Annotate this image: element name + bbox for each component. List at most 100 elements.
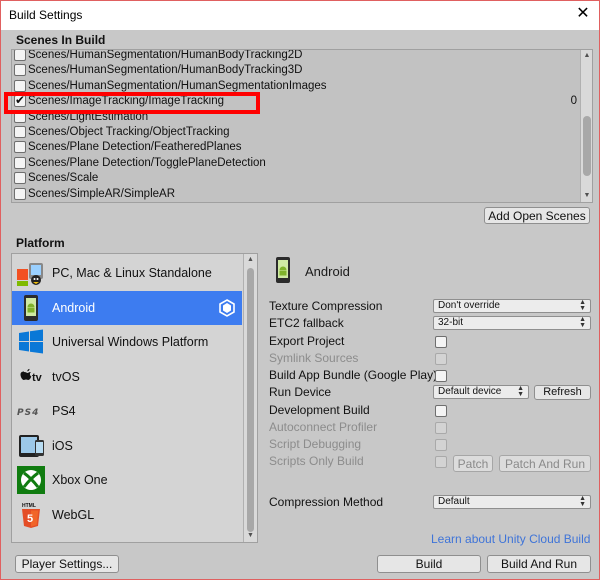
svg-text:PS4: PS4 [17,408,39,418]
scripts-only-build-checkbox [435,456,447,468]
window-title: Build Settings [9,8,83,22]
symlink-sources-label: Symlink Sources [269,351,359,365]
scroll-thumb[interactable] [583,116,591,176]
texture-compression-dropdown[interactable]: Don't override ▲ ▼ [433,299,591,313]
scene-row[interactable]: Scenes/SimpleAR/SimpleAR [12,187,577,202]
svg-text:tv: tv [32,372,43,384]
scene-index: 0 [570,95,577,108]
scroll-up-icon[interactable]: ▲ [581,50,592,62]
scripts-only-build-label: Scripts Only Build [269,454,364,468]
scene-checkbox[interactable] [14,79,26,92]
platform-label-text: Universal Windows Platform [52,335,209,349]
scene-row[interactable]: Scenes/HumanSegmentation/HumanBodyTracki… [12,63,577,78]
pc-mac-linux-icon [16,259,46,287]
refresh-button[interactable]: Refresh [534,385,591,400]
patch-and-run-button: Patch And Run [499,455,591,472]
build-and-run-button[interactable]: Build And Run [487,555,591,573]
platform-label-text: Android [52,300,96,315]
windows-icon [16,328,46,356]
compression-method-label: Compression Method [269,495,384,509]
export-project-checkbox[interactable] [435,336,447,348]
export-project-label: Export Project [269,334,345,348]
scene-row[interactable]: Scenes/HumanSegmentation/HumanBodyTracki… [12,49,577,63]
platform-list: PC, Mac & Linux Standalone Android Univers… [11,253,258,543]
script-debugging-checkbox [435,439,447,451]
platform-label-text: Xbox One [52,473,108,487]
scene-path: Scenes/SimpleAR/SimpleAR [28,187,176,200]
platform-scrollbar[interactable]: ▲ ▼ [243,254,257,542]
scene-checkbox[interactable] [14,50,26,61]
compression-method-dropdown[interactable]: Default ▲ ▼ [433,495,591,509]
scene-checkbox[interactable] [14,126,26,138]
dropdown-caret-icon: ▲ ▼ [579,299,586,312]
platform-label-text: PC, Mac & Linux Standalone [52,266,212,280]
platform-label: Platform [16,236,65,250]
scene-path: Scenes/Plane Detection/TogglePlaneDetect… [28,156,266,169]
selected-scene-highlight [4,92,260,114]
scene-checkbox[interactable] [14,156,26,169]
apple-tv-icon: tv [16,363,46,391]
ios-device-icon [16,432,46,460]
platform-item-ps4[interactable]: PS4 PS4 [12,394,242,429]
cloud-build-link[interactable]: Learn about Unity Cloud Build [431,532,590,546]
platform-label-text: PS4 [52,404,76,418]
development-build-label: Development Build [269,403,370,417]
platform-item-tvos[interactable]: tv tvOS [12,360,242,395]
scene-row[interactable]: Scenes/Plane Detection/TogglePlaneDetect… [12,156,577,171]
texture-compression-value: Don't override [438,300,500,311]
run-device-value: Default device [438,386,502,397]
scroll-down-icon[interactable]: ▼ [581,190,592,202]
scene-row[interactable]: Scenes/Scale [12,171,577,186]
platform-label-text: tvOS [52,369,80,384]
svg-text:5: 5 [27,513,33,525]
scenes-in-build-label: Scenes In Build [16,33,106,47]
android-device-icon [273,257,295,285]
title-bar: Build Settings ✕ [1,1,599,30]
scene-path: Scenes/Plane Detection/FeatheredPlanes [28,141,242,154]
unity-logo-icon [218,298,236,317]
scene-path: Scenes/HumanSegmentation/HumanBodyTracki… [28,64,303,77]
platform-item-webgl[interactable]: HTML 5 WebGL [12,498,242,533]
platform-scroll-thumb[interactable] [247,268,254,532]
platform-item-android[interactable]: Android [12,290,242,325]
svg-text:HTML: HTML [22,503,36,509]
close-icon[interactable]: ✕ [575,6,591,22]
platform-label-text: iOS [52,438,73,453]
scene-row[interactable]: Scenes/Plane Detection/FeatheredPlanes [12,140,577,155]
build-app-bundle-checkbox[interactable] [435,370,447,382]
platform-label-text: WebGL [52,507,95,522]
scene-checkbox[interactable] [14,141,26,154]
platform-scroll-down-icon[interactable]: ▼ [244,530,257,542]
scenes-scrollbar[interactable]: ▲ ▼ [580,50,592,202]
scene-path: Scenes/HumanSegmentation/HumanBodyTracki… [28,49,303,61]
settings-platform-title: Android [305,264,350,279]
player-settings-button[interactable]: Player Settings... [15,555,119,573]
etc2-fallback-label: ETC2 fallback [269,316,344,330]
scene-checkbox[interactable] [14,172,26,185]
run-device-label: Run Device [269,385,332,399]
autoconnect-profiler-label: Autoconnect Profiler [269,420,378,434]
android-icon [16,294,46,322]
platform-item-pc-mac-linux-standalone[interactable]: PC, Mac & Linux Standalone [12,256,242,291]
add-open-scenes-button[interactable]: Add Open Scenes [484,207,590,224]
ps4-icon: PS4 [16,397,46,425]
platform-item-xbox-one[interactable]: Xbox One [12,463,242,498]
scene-row[interactable]: Scenes/Object Tracking/ObjectTracking [12,125,577,140]
development-build-checkbox[interactable] [435,405,447,417]
scenes-list: Scenes/HumanSegmentation/HumanBodyTracki… [11,49,593,203]
dropdown-caret-icon: ▲ ▼ [579,316,586,329]
dropdown-caret-icon: ▲ ▼ [517,385,524,398]
scene-checkbox[interactable] [14,187,26,200]
html5-icon: HTML 5 [16,501,46,529]
dropdown-caret-icon: ▲ ▼ [579,495,586,508]
scene-checkbox[interactable] [14,64,26,77]
xbox-icon [16,466,46,494]
scene-path: Scenes/Object Tracking/ObjectTracking [28,126,230,138]
etc2-fallback-dropdown[interactable]: 32-bit ▲ ▼ [433,316,591,330]
build-button[interactable]: Build [377,555,481,573]
platform-scroll-up-icon[interactable]: ▲ [244,254,257,266]
platform-item-universal-windows-platform[interactable]: Universal Windows Platform [12,325,242,360]
patch-button: Patch [453,455,493,472]
run-device-dropdown[interactable]: Default device ▲ ▼ [433,385,529,399]
platform-item-ios[interactable]: iOS [12,429,242,464]
